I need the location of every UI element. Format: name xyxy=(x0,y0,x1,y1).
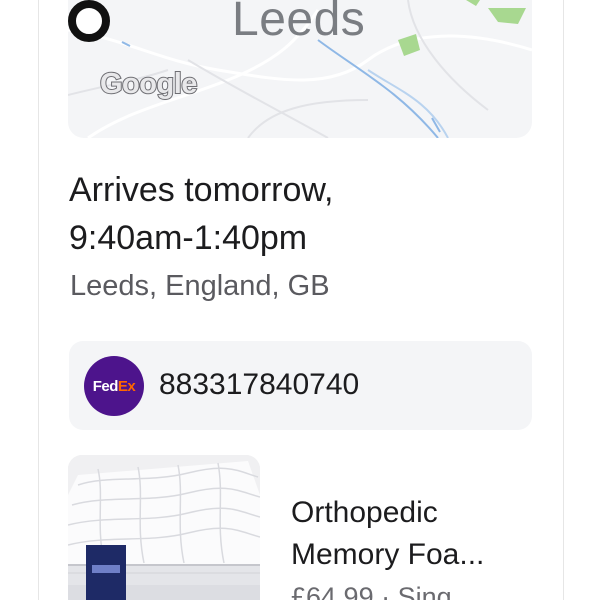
fedex-logo-icon: Fed Ex xyxy=(84,356,144,416)
map-location-pin-icon xyxy=(68,0,110,42)
delivery-location: Leeds, England, GB xyxy=(70,270,330,302)
fedex-logo-ex: Ex xyxy=(117,377,136,395)
mattress-image xyxy=(68,455,260,600)
map-city-label: Leeds xyxy=(232,0,366,46)
tracking-number-row[interactable]: Fed Ex 883317840740 xyxy=(69,341,532,430)
fedex-logo-fed: Fed xyxy=(92,377,119,395)
arrival-time-range: 9:40am-1:40pm xyxy=(69,219,308,257)
delivery-map[interactable]: Leeds Google xyxy=(68,0,532,138)
product-title-line-2: Memory Foa... xyxy=(291,538,485,571)
arrival-day: Arrives tomorrow, xyxy=(69,171,334,209)
product-thumbnail[interactable] xyxy=(68,455,260,600)
arrival-window: Arrives tomorrow, 9:40am-1:40pm xyxy=(69,166,509,262)
product-title-line-1: Orthopedic xyxy=(291,496,438,529)
google-attribution: Google xyxy=(99,67,198,101)
product-title[interactable]: Orthopedic Memory Foa... xyxy=(291,492,521,576)
product-price-variant: £64.99 · Sing xyxy=(291,582,452,600)
tracking-number[interactable]: 883317840740 xyxy=(159,368,359,402)
